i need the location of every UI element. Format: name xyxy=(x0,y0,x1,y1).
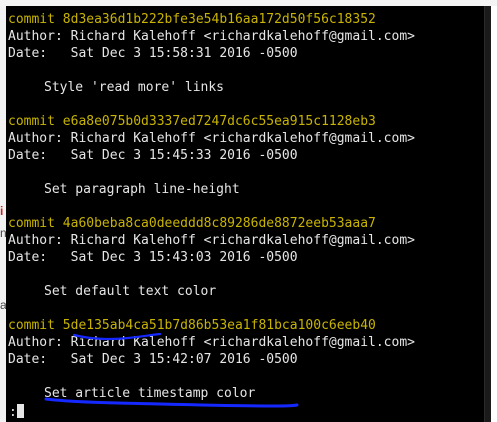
commit-hash-line: commit e6a8e075b0d3337ed7247dc6c55ea915c… xyxy=(8,114,376,129)
commit-message: Set default text color xyxy=(44,284,217,299)
commit-hash-line: commit 5de135ab4ca51b7d86b53ea1f81bca100… xyxy=(8,318,376,333)
author-line: Author: Richard Kalehoff <richardkalehof… xyxy=(8,29,415,44)
commit-hash-line: commit 4a60beba8ca0deeddd8c89286de8872ee… xyxy=(8,216,376,231)
date-line: Date: Sat Dec 3 15:58:31 2016 -0500 xyxy=(8,46,298,61)
author-line: Author: Richard Kalehoff <richardkalehof… xyxy=(8,131,415,146)
background-text-fragment: i xyxy=(0,204,4,218)
date-line: Date: Sat Dec 3 15:45:33 2016 -0500 xyxy=(8,148,298,163)
commit-entry: commit e6a8e075b0d3337ed7247dc6c55ea915c… xyxy=(8,113,415,215)
date-line: Date: Sat Dec 3 15:43:03 2016 -0500 xyxy=(8,250,298,265)
pager-prompt[interactable]: : xyxy=(9,404,24,421)
author-line: Author: Richard Kalehoff <richardkalehof… xyxy=(8,233,415,248)
git-log-output: commit 8d3ea36d1b222bfe3e54b16aa172d50f5… xyxy=(8,11,415,402)
terminal-window[interactable]: commit 8d3ea36d1b222bfe3e54b16aa172d50f5… xyxy=(6,6,491,422)
commit-entry: commit 8d3ea36d1b222bfe3e54b16aa172d50f5… xyxy=(8,11,415,113)
commit-hash-line: commit 8d3ea36d1b222bfe3e54b16aa172d50f5… xyxy=(8,12,376,27)
commit-message: Set paragraph line-height xyxy=(44,182,240,197)
text-cursor xyxy=(16,404,24,418)
pager-prompt-text: : xyxy=(9,405,17,420)
author-line: Author: Richard Kalehoff <richardkalehof… xyxy=(8,335,415,350)
commit-entry: commit 4a60beba8ca0deeddd8c89286de8872ee… xyxy=(8,215,415,317)
date-line: Date: Sat Dec 3 15:42:07 2016 -0500 xyxy=(8,352,298,367)
terminal-scrollbar[interactable] xyxy=(484,6,491,422)
commit-message: Set article timestamp color xyxy=(44,386,256,401)
commit-message: Style 'read more' links xyxy=(44,80,225,95)
commit-entry: commit 5de135ab4ca51b7d86b53ea1f81bca100… xyxy=(8,317,415,402)
